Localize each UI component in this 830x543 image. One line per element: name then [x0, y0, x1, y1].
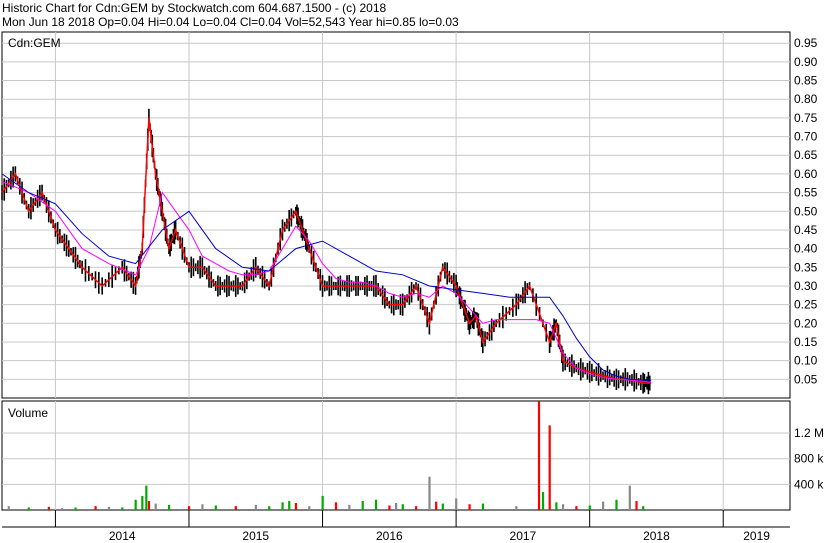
volume-bar — [107, 506, 111, 510]
volume-bar — [201, 504, 204, 510]
volume-bar — [281, 502, 284, 510]
y-tick-label-0.80: 0.80 — [794, 92, 818, 106]
y-tick-label-0.70: 0.70 — [794, 130, 818, 144]
volume-bar — [7, 506, 10, 510]
volume-bar — [537, 401, 541, 510]
volume-panel-title: Volume — [8, 406, 48, 420]
x-tick-label-2018: 2018 — [643, 529, 670, 543]
volume-bar — [428, 476, 431, 510]
volume-bar — [134, 499, 137, 510]
volume-bar — [268, 506, 271, 510]
y-tick-label-0.25: 0.25 — [794, 298, 818, 312]
volume-tick-label: 1.2 M — [794, 426, 824, 440]
volume-bar — [47, 506, 50, 510]
volume-bar — [615, 499, 618, 510]
volume-bar — [515, 506, 518, 510]
volume-bar — [254, 504, 257, 510]
price-panel-title: Cdn:GEM — [8, 36, 61, 50]
price-panel-frame — [1, 31, 791, 399]
volume-bar — [147, 501, 151, 510]
y-tick-label-0.60: 0.60 — [794, 167, 818, 181]
volume-bar — [628, 485, 631, 510]
volume-bar — [141, 495, 144, 510]
y-tick-label-0.95: 0.95 — [794, 36, 818, 50]
volume-bar — [541, 492, 545, 510]
x-tick-label-2019: 2019 — [743, 529, 770, 543]
volume-bar — [602, 501, 605, 510]
y-tick-label-0.35: 0.35 — [794, 260, 818, 274]
volume-bar — [234, 506, 237, 510]
y-tick-label-0.75: 0.75 — [794, 111, 818, 125]
volume-bar — [348, 504, 351, 510]
volume-bar — [388, 505, 391, 510]
volume-panel-frame — [1, 400, 791, 511]
volume-bar — [321, 495, 324, 510]
volume-bar — [187, 506, 191, 510]
y-tick-label-0.20: 0.20 — [794, 316, 818, 330]
volume-tick-label: 800 k — [794, 452, 824, 466]
volume-bar — [308, 506, 311, 510]
volume-bar — [154, 503, 157, 510]
volume-bar — [334, 502, 338, 510]
volume-bar — [575, 506, 578, 510]
volume-bar — [27, 507, 30, 510]
volume-bar — [374, 499, 378, 510]
stock-chart: 2014 2015 2016 2017 2018 2019 0.95 0.90 0.85 0.80… — [1, 31, 824, 543]
volume-bar — [435, 501, 438, 510]
x-tick-label-2017: 2017 — [510, 529, 537, 543]
x-tick-label-2016: 2016 — [376, 529, 403, 543]
volume-bar — [548, 425, 551, 510]
volume-bar — [145, 485, 148, 510]
volume-bar — [167, 504, 171, 510]
volume-bar — [415, 506, 418, 510]
volume-bar — [401, 504, 404, 510]
volume-bar — [561, 504, 565, 510]
volume-bar — [294, 502, 298, 510]
volume-bar — [94, 506, 97, 510]
volume-bar — [361, 501, 364, 510]
volume-bar — [481, 503, 485, 510]
volume-bar — [74, 507, 77, 510]
volume-bar — [455, 498, 458, 510]
x-tick-label-2015: 2015 — [242, 529, 269, 543]
volume-bar — [61, 508, 64, 510]
volume-bar — [395, 502, 398, 510]
y-tick-label-0.85: 0.85 — [794, 74, 818, 88]
volume-bar — [642, 506, 645, 510]
y-tick-label-0.05: 0.05 — [794, 372, 818, 386]
y-tick-label-0.55: 0.55 — [794, 186, 818, 200]
y-tick-label-0.15: 0.15 — [794, 335, 818, 349]
y-tick-label-0.30: 0.30 — [794, 279, 818, 293]
volume-bar — [121, 507, 124, 510]
y-tick-label-0.40: 0.40 — [794, 242, 818, 256]
volume-tick-label: 400 k — [794, 477, 824, 491]
volume-bar — [635, 501, 638, 510]
volume-bar — [441, 503, 444, 510]
volume-bar — [588, 505, 591, 510]
volume-bar — [288, 501, 291, 510]
y-tick-label-0.10: 0.10 — [794, 354, 818, 368]
volume-bar — [214, 505, 217, 510]
y-tick-label-0.90: 0.90 — [794, 55, 818, 69]
y-tick-label-0.65: 0.65 — [794, 148, 818, 162]
volume-bar — [468, 504, 471, 510]
x-tick-label-2014: 2014 — [109, 529, 136, 543]
volume-bar — [555, 502, 558, 510]
y-tick-label-0.45: 0.45 — [794, 223, 818, 237]
y-tick-label-0.50: 0.50 — [794, 204, 818, 218]
